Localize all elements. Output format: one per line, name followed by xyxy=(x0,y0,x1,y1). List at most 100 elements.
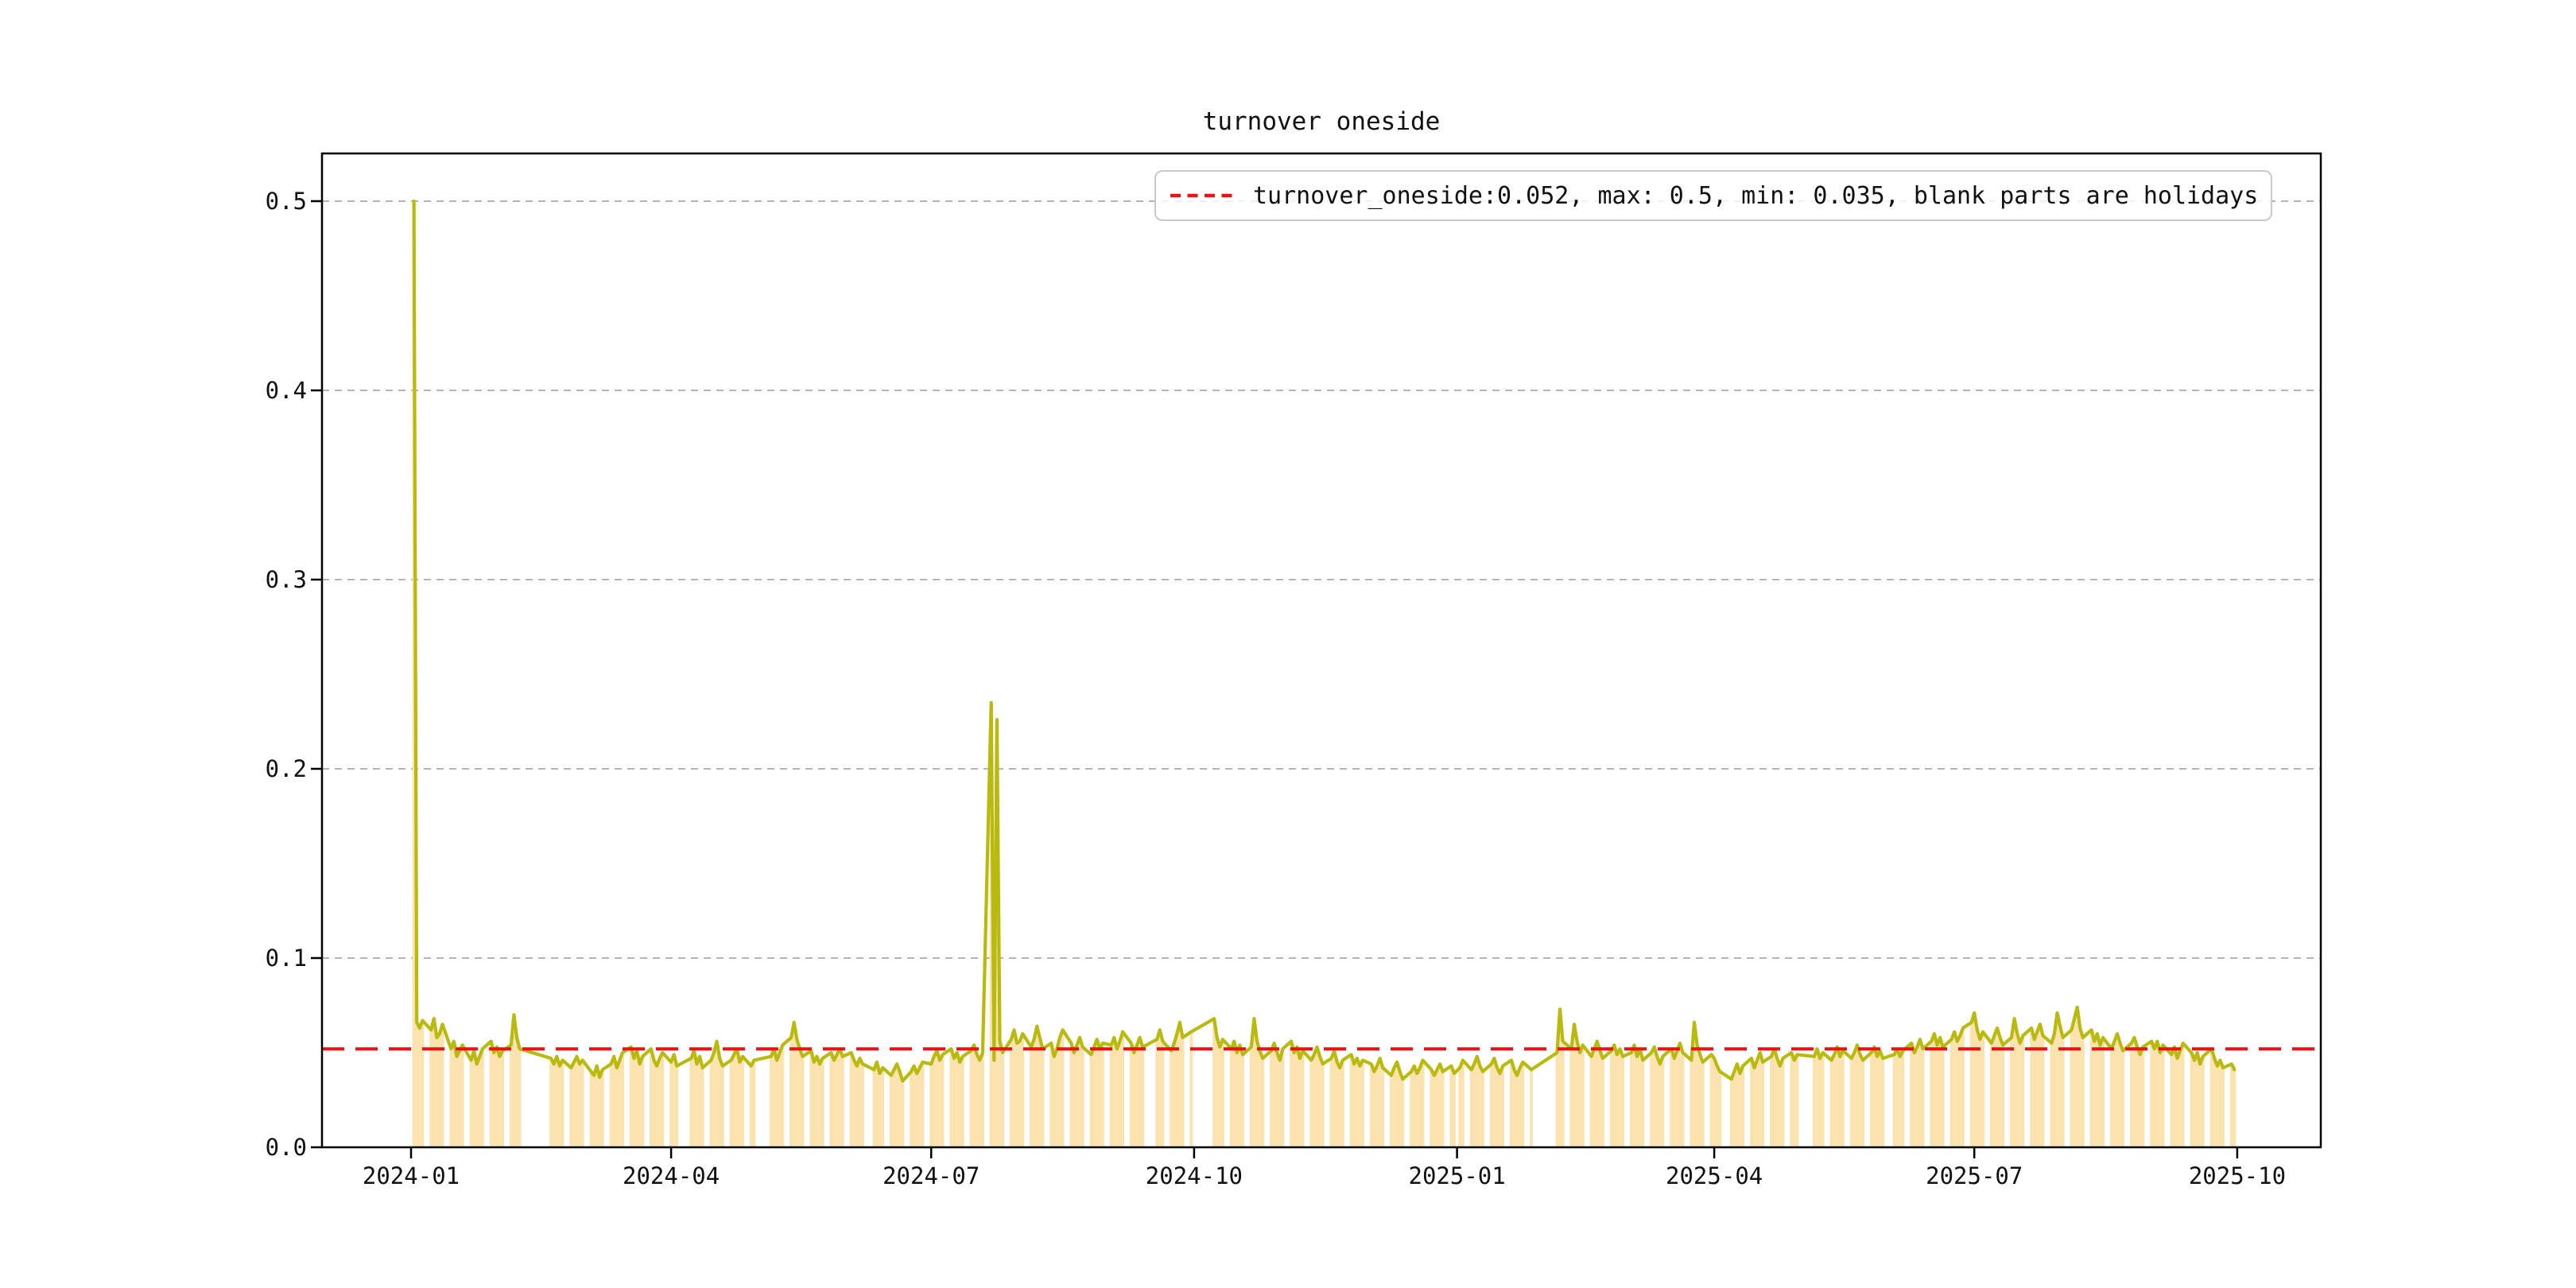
turnover-bar xyxy=(1850,1058,1853,1147)
turnover-bar xyxy=(735,1049,739,1147)
turnover-bar xyxy=(935,1051,938,1147)
turnover-bar xyxy=(1481,1072,1484,1147)
turnover-bar xyxy=(1562,1042,1565,1147)
turnover-bar xyxy=(1381,1068,1384,1147)
turnover-bar xyxy=(433,1018,436,1147)
turnover-bar xyxy=(470,1061,473,1148)
turnover-bar xyxy=(838,1049,841,1147)
turnover-bar xyxy=(1836,1047,1839,1147)
turnover-bar xyxy=(1673,1058,1676,1147)
turnover-bar xyxy=(778,1053,782,1147)
turnover-bar xyxy=(1530,1069,1533,1147)
turnover-bar xyxy=(1018,1042,1022,1147)
turnover-bar xyxy=(638,1064,642,1147)
turnover-bar xyxy=(2030,1028,2033,1147)
turnover-bar xyxy=(1270,1051,1273,1147)
turnover-bar xyxy=(1216,1038,1219,1147)
turnover-bar xyxy=(518,1049,522,1147)
turnover-bar xyxy=(612,1057,615,1147)
turnover-bar xyxy=(610,1064,613,1147)
turnover-bar xyxy=(661,1053,664,1147)
figure: 2024-012024-042024-072024-102025-012025-… xyxy=(0,0,2576,1288)
turnover-bar xyxy=(1593,1049,1596,1147)
turnover-bar xyxy=(773,1049,776,1147)
turnover-bar xyxy=(1813,1057,1816,1147)
turnover-bar xyxy=(913,1066,916,1147)
turnover-bar xyxy=(1112,1038,1115,1147)
turnover-bar xyxy=(1309,1061,1313,1148)
turnover-bar xyxy=(1761,1062,1764,1147)
turnover-bar xyxy=(1098,1049,1101,1147)
turnover-bar xyxy=(1350,1054,1353,1147)
turnover-bar xyxy=(475,1064,479,1147)
turnover-bar xyxy=(1273,1043,1276,1147)
turnover-bar xyxy=(421,1021,424,1148)
turnover-bar xyxy=(632,1058,635,1147)
turnover-bar xyxy=(1472,1064,1476,1147)
turnover-bar xyxy=(590,1072,593,1147)
turnover-bar xyxy=(1001,1053,1004,1147)
turnover-bar xyxy=(789,1038,793,1147)
turnover-bar xyxy=(972,1046,976,1148)
turnover-bar xyxy=(872,1069,875,1147)
turnover-bar xyxy=(1175,1034,1178,1147)
turnover-bar xyxy=(2150,1042,2153,1147)
turnover-bar xyxy=(1876,1057,1879,1147)
turnover-bar xyxy=(1078,1038,1081,1147)
turnover-bar xyxy=(813,1062,816,1147)
turnover-bar xyxy=(1141,1047,1144,1147)
turnover-bar xyxy=(1035,1026,1038,1147)
turnover-bar xyxy=(738,1062,741,1147)
turnover-bar xyxy=(881,1068,884,1147)
turnover-bar xyxy=(1635,1057,1639,1147)
turnover-bar xyxy=(1578,1053,1581,1147)
turnover-bar xyxy=(1990,1043,1993,1147)
turnover-bar xyxy=(1218,1047,1221,1147)
turnover-bar xyxy=(1978,1039,1981,1147)
turnover-bar xyxy=(2078,1028,2081,1147)
turnover-bar xyxy=(1833,1054,1836,1147)
turnover-bar xyxy=(675,1066,678,1147)
turnover-bar xyxy=(1261,1058,1264,1147)
turnover-bar xyxy=(1232,1042,1236,1147)
turnover-bar xyxy=(1650,1053,1653,1147)
turnover-bar xyxy=(1818,1058,1821,1147)
turnover-bar xyxy=(970,1051,973,1147)
turnover-bar xyxy=(1658,1064,1662,1147)
turnover-bar xyxy=(1519,1068,1522,1147)
turnover-bar xyxy=(1755,1061,1759,1148)
turnover-bar xyxy=(1633,1046,1636,1148)
turnover-bar xyxy=(1713,1058,1716,1147)
turnover-bar xyxy=(438,1034,441,1147)
turnover-bar xyxy=(1170,1051,1173,1147)
turnover-bar xyxy=(1096,1039,1099,1147)
turnover-bar xyxy=(490,1042,493,1147)
turnover-bar xyxy=(1872,1047,1876,1147)
turnover-bar xyxy=(895,1064,898,1147)
turnover-bar xyxy=(1336,1062,1339,1147)
turnover-bar xyxy=(558,1066,561,1147)
turnover-bar xyxy=(1092,1047,1096,1147)
turnover-bar xyxy=(1290,1042,1293,1147)
turnover-bar xyxy=(1739,1073,1742,1147)
turnover-bar xyxy=(2176,1058,2179,1147)
turnover-bar xyxy=(1461,1061,1465,1148)
turnover-bar xyxy=(949,1049,952,1147)
turnover-bar xyxy=(2136,1047,2139,1147)
turnover-bar xyxy=(2010,1038,2013,1147)
turnover-bar xyxy=(1021,1034,1024,1147)
turnover-bar xyxy=(1901,1051,1904,1147)
turnover-bar xyxy=(2141,1047,2144,1147)
turnover-bar xyxy=(1041,1049,1044,1147)
turnover-bar xyxy=(2210,1049,2213,1147)
turnover-bar xyxy=(592,1076,596,1147)
turnover-bar xyxy=(1621,1057,1624,1147)
turnover-bar xyxy=(1053,1057,1056,1147)
turnover-bar xyxy=(1581,1046,1585,1148)
turnover-bar xyxy=(1596,1042,1599,1147)
turnover-bar xyxy=(2221,1068,2225,1147)
turnover-bar xyxy=(1513,1069,1516,1147)
turnover-bar xyxy=(2170,1054,2173,1147)
turnover-bar xyxy=(1830,1061,1833,1148)
turnover-bar xyxy=(1770,1057,1773,1147)
